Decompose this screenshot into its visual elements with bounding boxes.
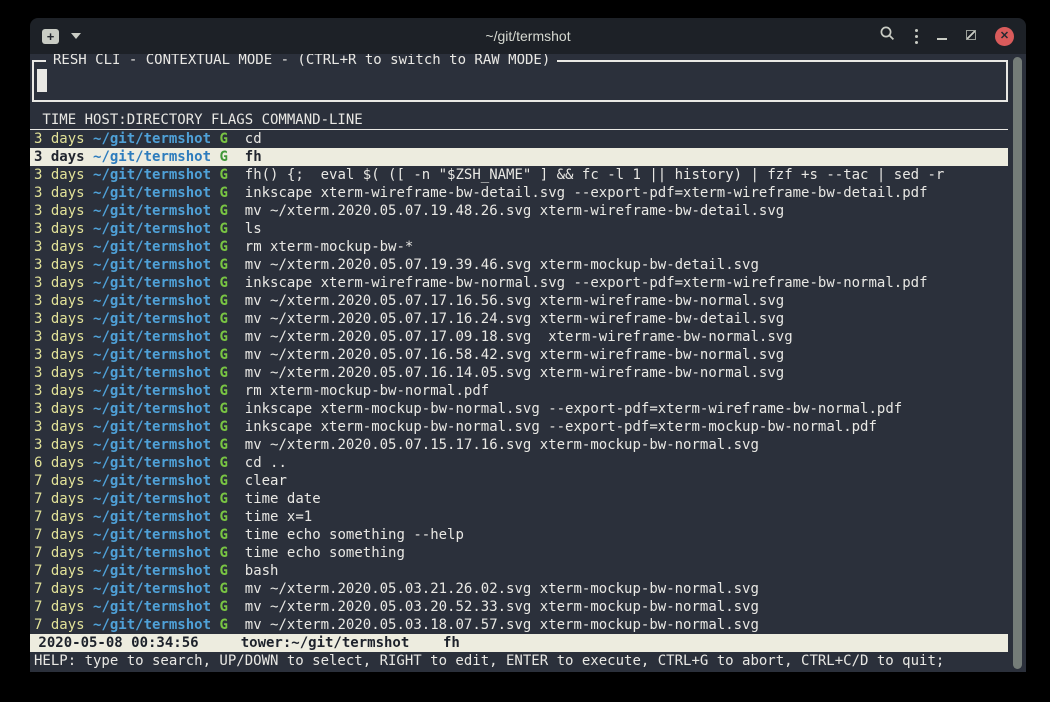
history-row[interactable]: 7 days ~/git/termshot G time echo someth… — [30, 526, 1008, 544]
history-row[interactable]: 7 days ~/git/termshot G mv ~/xterm.2020.… — [30, 598, 1008, 616]
resh-cli: RESH CLI - CONTEXTUAL MODE - (CTRL+R to … — [30, 54, 1008, 672]
kebab-icon — [915, 29, 918, 32]
scrollbar[interactable] — [1008, 54, 1026, 672]
history-row[interactable]: 3 days ~/git/termshot G mv ~/xterm.2020.… — [30, 292, 1008, 310]
search-panel-title: RESH CLI - CONTEXTUAL MODE - (CTRL+R to … — [46, 54, 557, 69]
chevron-down-icon[interactable] — [71, 33, 81, 39]
close-button[interactable]: ✕ — [995, 27, 1014, 46]
history-row[interactable]: 3 days ~/git/termshot G inkscape xterm-m… — [30, 418, 1008, 436]
terminal-content[interactable]: RESH CLI - CONTEXTUAL MODE - (CTRL+R to … — [30, 54, 1026, 672]
history-row[interactable]: 7 days ~/git/termshot G bash — [30, 562, 1008, 580]
history-row[interactable]: 7 days ~/git/termshot G mv ~/xterm.2020.… — [30, 616, 1008, 634]
minimize-button[interactable] — [937, 27, 947, 45]
new-tab-icon: + — [42, 29, 59, 44]
titlebar[interactable]: + ~/git/termshot ✕ — [30, 18, 1026, 54]
titlebar-right: ✕ — [804, 25, 1014, 47]
search-button[interactable] — [879, 25, 896, 47]
history-list: 3 days ~/git/termshot G cd3 days ~/git/t… — [30, 130, 1008, 634]
history-row[interactable]: 7 days ~/git/termshot G time x=1 — [30, 508, 1008, 526]
history-row[interactable]: 3 days ~/git/termshot G mv ~/xterm.2020.… — [30, 256, 1008, 274]
history-row[interactable]: 3 days ~/git/termshot G mv ~/xterm.2020.… — [30, 346, 1008, 364]
history-row[interactable]: 3 days ~/git/termshot G mv ~/xterm.2020.… — [30, 328, 1008, 346]
history-row[interactable]: 3 days ~/git/termshot G ls — [30, 220, 1008, 238]
titlebar-left: + — [42, 29, 252, 44]
history-row[interactable]: 3 days ~/git/termshot G inkscape xterm-m… — [30, 400, 1008, 418]
restore-icon — [966, 30, 976, 40]
history-row[interactable]: 7 days ~/git/termshot G time echo someth… — [30, 544, 1008, 562]
history-row[interactable]: 3 days ~/git/termshot G mv ~/xterm.2020.… — [30, 310, 1008, 328]
history-row[interactable]: 6 days ~/git/termshot G cd .. — [30, 454, 1008, 472]
new-tab-button[interactable]: + — [42, 29, 81, 44]
history-row[interactable]: 3 days ~/git/termshot G fh() {; eval $( … — [30, 166, 1008, 184]
history-row[interactable]: 3 days ~/git/termshot G mv ~/xterm.2020.… — [30, 202, 1008, 220]
history-row[interactable]: 3 days ~/git/termshot G mv ~/xterm.2020.… — [30, 364, 1008, 382]
history-row[interactable]: 3 days ~/git/termshot G mv ~/xterm.2020.… — [30, 436, 1008, 454]
text-cursor — [37, 69, 47, 92]
history-row[interactable]: 7 days ~/git/termshot G clear — [30, 472, 1008, 490]
minimize-icon — [937, 38, 947, 40]
history-row[interactable]: 7 days ~/git/termshot G time date — [30, 490, 1008, 508]
history-row[interactable]: 7 days ~/git/termshot G mv ~/xterm.2020.… — [30, 580, 1008, 598]
history-row[interactable]: 3 days ~/git/termshot G rm xterm-mockup-… — [30, 238, 1008, 256]
search-input[interactable]: RESH CLI - CONTEXTUAL MODE - (CTRL+R to … — [32, 60, 1008, 102]
history-row[interactable]: 3 days ~/git/termshot G fh — [30, 148, 1008, 166]
history-row[interactable]: 3 days ~/git/termshot G cd — [30, 130, 1008, 148]
desktop: + ~/git/termshot ✕ — [0, 0, 1050, 702]
history-row[interactable]: 3 days ~/git/termshot G inkscape xterm-w… — [30, 274, 1008, 292]
table-header: TIME HOST:DIRECTORY FLAGS COMMAND-LINE — [30, 111, 1008, 130]
history-row[interactable]: 3 days ~/git/termshot G rm xterm-mockup-… — [30, 382, 1008, 400]
menu-button[interactable] — [915, 29, 918, 44]
window-title: ~/git/termshot — [252, 28, 804, 44]
help-bar: HELP: type to search, UP/DOWN to select,… — [30, 652, 1008, 670]
status-bar: 2020-05-08 00:34:56 tower:~/git/termshot… — [30, 634, 1008, 652]
terminal-window: + ~/git/termshot ✕ — [30, 18, 1026, 672]
search-icon — [879, 25, 896, 42]
restore-button[interactable] — [966, 27, 976, 45]
history-row[interactable]: 3 days ~/git/termshot G inkscape xterm-w… — [30, 184, 1008, 202]
scrollbar-thumb[interactable] — [1013, 57, 1022, 669]
